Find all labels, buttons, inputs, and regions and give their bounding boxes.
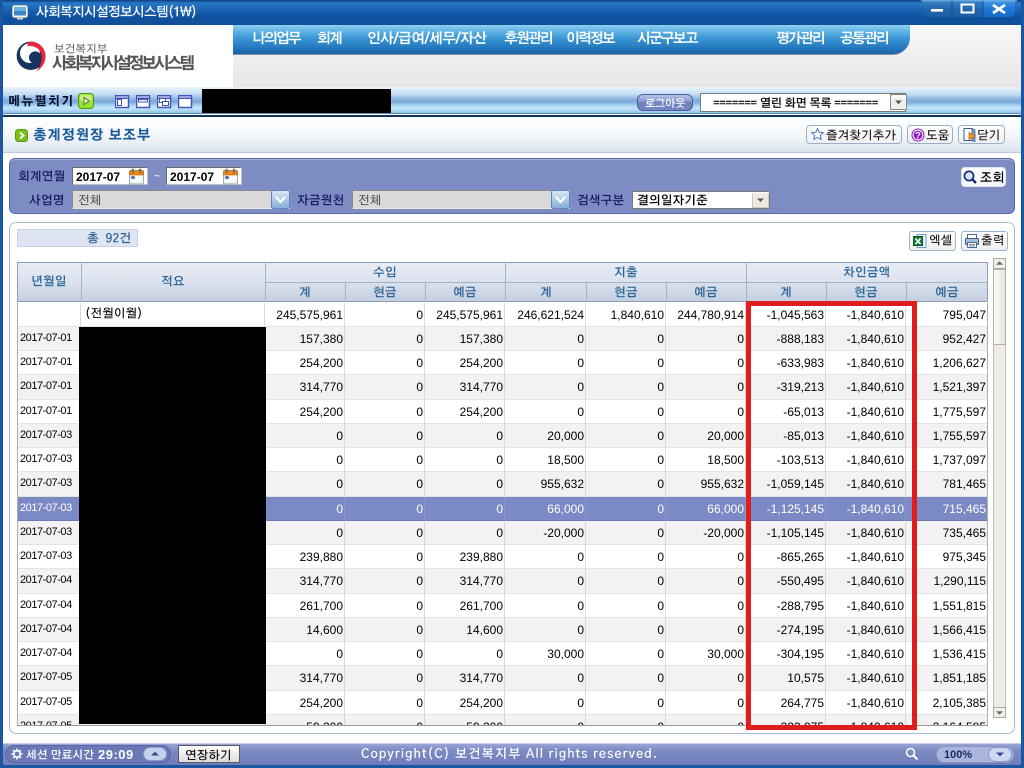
svg-text:?: ? [915,130,921,141]
